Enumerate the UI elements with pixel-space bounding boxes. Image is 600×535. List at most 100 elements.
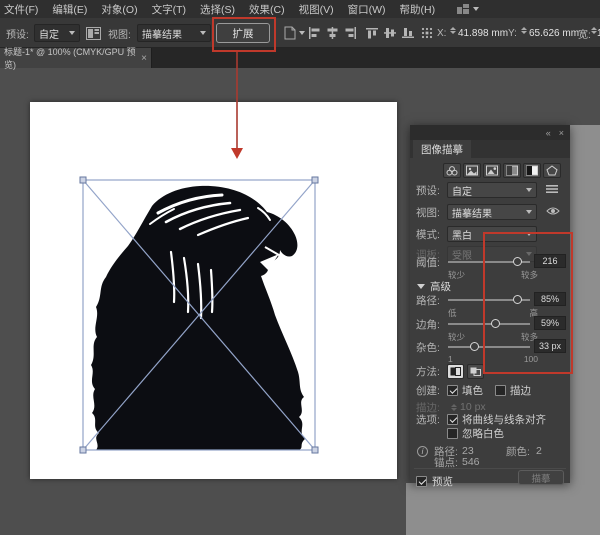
chevron-down-icon: [299, 31, 305, 35]
x-value[interactable]: 41.898 mm: [458, 18, 508, 48]
align-right-icon[interactable]: [344, 18, 357, 48]
info-icon: i: [417, 446, 428, 457]
snap-curves-checkbox[interactable]: [447, 414, 458, 425]
chevron-down-icon: [526, 188, 532, 192]
annotation-rect-expand: [212, 17, 276, 52]
stroke-checkbox[interactable]: [495, 385, 506, 396]
auto-color-preset-icon[interactable]: [443, 163, 461, 178]
low-color-preset-icon[interactable]: [483, 163, 501, 178]
panel-preset-row: 预设: 自定: [410, 181, 570, 199]
ignore-white-checkbox[interactable]: [447, 428, 458, 439]
stroke-checkbox-label: 描边: [510, 383, 531, 398]
panel-divider: [414, 468, 566, 469]
ignore-white-row: 忽略白色: [410, 424, 570, 442]
background-bottom-strip: [406, 483, 600, 535]
panel-view-row: 视图: 描摹结果: [410, 203, 570, 221]
panel-tab-strip: 图像描摹: [410, 140, 570, 158]
preview-label: 预览: [432, 474, 453, 489]
preview-checkbox[interactable]: [416, 476, 427, 487]
artboard[interactable]: [30, 102, 397, 479]
document-title: 标题-1* @ 100% (CMYK/GPU 预览): [4, 45, 137, 71]
tab-close-icon[interactable]: ×: [141, 53, 147, 64]
menu-view[interactable]: 视图(V): [299, 2, 334, 17]
document-tab[interactable]: 标题-1* @ 100% (CMYK/GPU 预览) ×: [0, 48, 152, 68]
noise-label: 杂色:: [416, 340, 440, 355]
chevron-down-icon: [200, 31, 206, 35]
preset-label: 预设:: [6, 18, 29, 48]
corners-label: 边角:: [416, 317, 440, 332]
width-label: 宽:: [578, 18, 591, 48]
noise-slider-thumb[interactable]: [470, 342, 479, 351]
preset-dropdown[interactable]: 自定: [34, 18, 80, 48]
panel-collapse-icon[interactable]: «: [546, 128, 551, 138]
chevron-down-icon: [69, 31, 75, 35]
trace-button[interactable]: 描摹: [518, 470, 564, 485]
create-row: 创建: 填色 描边: [410, 381, 570, 399]
workspace-switcher[interactable]: [457, 4, 479, 14]
document-tab-bar: 标题-1* @ 100% (CMYK/GPU 预览) ×: [0, 48, 600, 68]
menu-bar: 文件(F) 编辑(E) 对象(O) 文字(T) 选择(S) 效果(C) 视图(V…: [0, 0, 600, 18]
view-value: 描摹结果: [142, 26, 182, 41]
panel-preset-value: 自定: [452, 183, 472, 198]
annotation-rect-sliders: [483, 232, 573, 374]
panel-view-dropdown[interactable]: 描摹结果: [447, 204, 537, 220]
panel-preset-label: 预设:: [416, 183, 440, 198]
method-overlapping-icon[interactable]: [467, 364, 484, 379]
grayscale-preset-icon[interactable]: [503, 163, 521, 178]
panel-mode-label: 模式:: [416, 227, 440, 242]
menu-file[interactable]: 文件(F): [4, 2, 38, 17]
panel-header: « ×: [410, 125, 570, 140]
y-label: Y:: [508, 18, 517, 48]
y-stepper[interactable]: [521, 27, 527, 34]
panel-view-label: 视图:: [416, 205, 440, 220]
x-label: X:: [437, 18, 446, 48]
method-abutting-icon[interactable]: [447, 364, 464, 379]
align-center-icon[interactable]: [326, 18, 339, 48]
document-options-icon[interactable]: [283, 18, 305, 48]
fill-checkbox-label: 填色: [462, 383, 483, 398]
illustrator-window: 文件(F) 编辑(E) 对象(O) 文字(T) 选择(S) 效果(C) 视图(V…: [0, 0, 600, 535]
method-label: 方法:: [416, 364, 440, 379]
menu-edit[interactable]: 编辑(E): [52, 2, 87, 17]
info-anchors-value: 546: [462, 456, 480, 468]
paths-label: 路径:: [416, 293, 440, 308]
disclosure-triangle-icon: [417, 284, 425, 289]
panel-close-icon[interactable]: ×: [559, 128, 564, 138]
menu-help[interactable]: 帮助(H): [400, 2, 436, 17]
control-bar: 预设: 自定 视图: 描摹结果 扩展: [0, 18, 600, 48]
y-value[interactable]: 65.626 mm: [529, 18, 579, 48]
align-left-icon[interactable]: [308, 18, 321, 48]
menu-window[interactable]: 窗口(W): [348, 2, 386, 17]
workspace-grid-icon: [457, 4, 469, 14]
align-top-icon[interactable]: [366, 18, 379, 48]
preview-row: 预览 描摹: [410, 472, 570, 490]
fill-checkbox[interactable]: [447, 385, 458, 396]
trace-panel-toggle-icon[interactable]: [86, 18, 101, 48]
chevron-down-icon: [526, 210, 532, 214]
ignore-white-label: 忽略白色: [462, 426, 504, 441]
panel-menu-icon[interactable]: [546, 184, 558, 197]
chevron-down-icon: [473, 7, 479, 11]
threshold-label: 阈值:: [416, 255, 440, 270]
panel-tab-image-trace[interactable]: 图像描摹: [413, 140, 471, 158]
outline-preset-icon[interactable]: [543, 163, 561, 178]
x-stepper[interactable]: [450, 27, 456, 34]
create-label: 创建:: [416, 383, 440, 398]
panel-view-value: 描摹结果: [452, 205, 492, 220]
menu-effect[interactable]: 效果(C): [249, 2, 285, 17]
align-middle-icon[interactable]: [384, 18, 397, 48]
high-color-preset-icon[interactable]: [463, 163, 481, 178]
menu-object[interactable]: 对象(O): [101, 2, 137, 17]
info-row-2: 锚点: 546: [410, 456, 570, 468]
view-dropdown[interactable]: 描摹结果: [137, 18, 211, 48]
panel-preset-dropdown[interactable]: 自定: [447, 182, 537, 198]
black-white-preset-icon[interactable]: [523, 163, 541, 178]
eye-icon[interactable]: [546, 206, 560, 219]
menu-type[interactable]: 文字(T): [152, 2, 186, 17]
reference-point-icon[interactable]: [421, 18, 433, 48]
align-bottom-icon[interactable]: [402, 18, 415, 48]
background-right-strip: [570, 125, 600, 535]
menu-select[interactable]: 选择(S): [200, 2, 235, 17]
preset-value: 自定: [39, 26, 59, 41]
view-label: 视图:: [108, 18, 131, 48]
